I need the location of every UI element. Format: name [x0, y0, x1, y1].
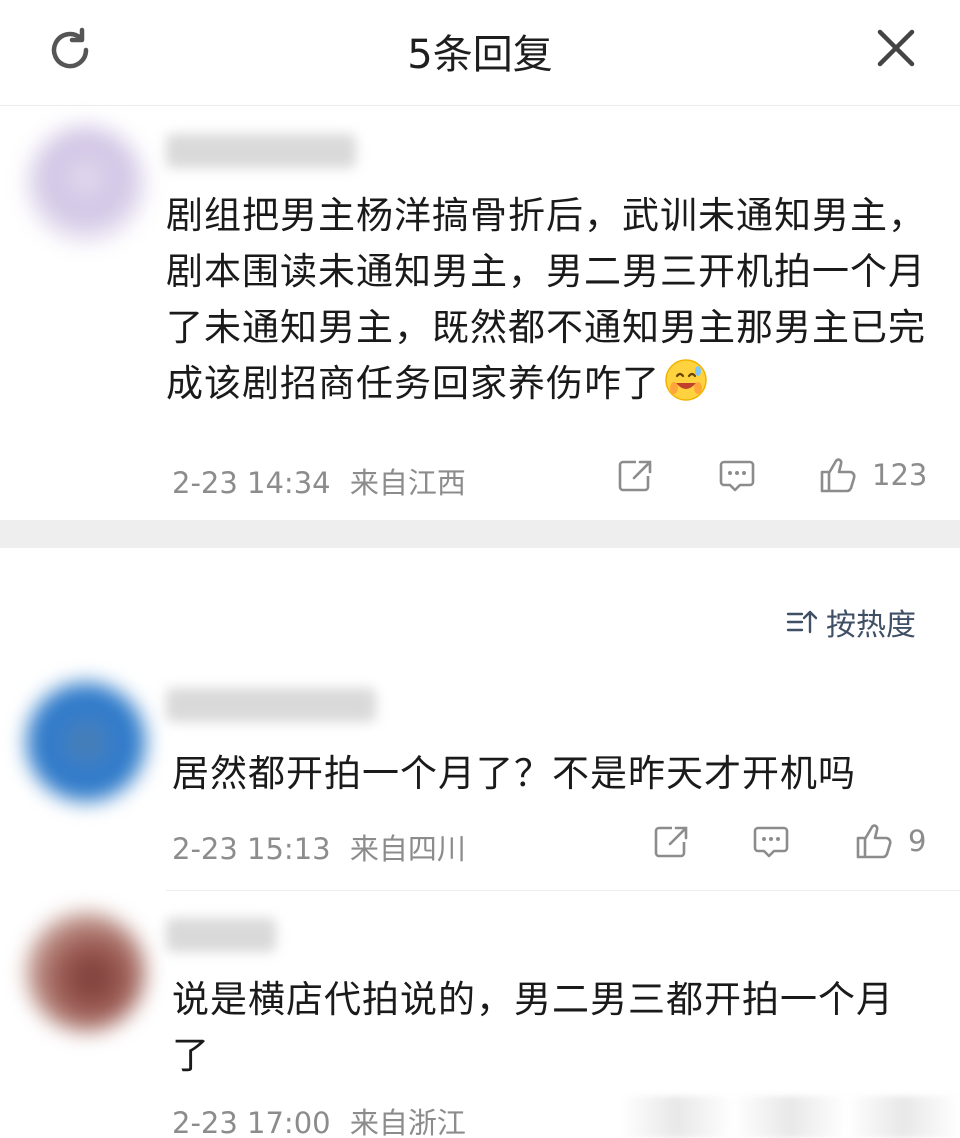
close-icon[interactable]	[874, 26, 918, 70]
grinning-sweat-emoji-icon	[664, 358, 708, 402]
username[interactable]	[166, 134, 356, 168]
reply-text: 居然都开拍一个月了？不是昨天才开机吗	[172, 752, 856, 795]
reply-time: 2-23 17:00	[172, 1106, 331, 1138]
reply-button[interactable]	[752, 824, 790, 860]
reply-meta: 2-23 17:00 来自浙江	[172, 1100, 466, 1138]
avatar[interactable]	[26, 682, 146, 802]
thumbs-up-icon	[820, 458, 856, 493]
comment-time: 2-23 14:34	[172, 466, 331, 500]
comment-text-content: 剧组把男主杨洋搞骨折后，武训未通知男主，剧本围读未通知男主，男二男三开机拍一个月…	[166, 194, 926, 405]
reply-text: 说是横店代拍说的，男二男三都开拍一个月了	[172, 978, 894, 1077]
share-button[interactable]	[652, 824, 692, 860]
reply-location: 来自四川	[349, 832, 466, 866]
section-divider	[0, 520, 960, 548]
reply-meta: 2-23 15:13 来自四川	[172, 826, 466, 868]
username[interactable]	[166, 918, 276, 952]
like-count: 123	[872, 458, 928, 492]
sort-icon	[786, 610, 818, 634]
reply-button[interactable]	[718, 458, 756, 494]
sort-button[interactable]: 按热度	[786, 600, 916, 644]
avatar[interactable]	[26, 912, 146, 1032]
thumbs-up-icon	[856, 824, 892, 859]
username[interactable]	[166, 688, 376, 722]
page-title: 5条回复	[407, 32, 553, 78]
comment-icon	[753, 826, 789, 858]
like-button[interactable]: 9	[854, 822, 926, 860]
header: 5条回复	[0, 0, 960, 106]
comment-text: 剧组把男主杨洋搞骨折后，武训未通知男主，剧本围读未通知男主，男二男三开机拍一个月…	[166, 188, 936, 412]
like-count: 9	[908, 824, 927, 858]
share-icon	[618, 460, 652, 492]
like-button[interactable]: 123	[818, 456, 927, 494]
comment-meta: 2-23 14:34 来自江西	[172, 460, 466, 502]
avatar[interactable]	[26, 124, 146, 244]
share-button[interactable]	[616, 458, 656, 494]
reply-time: 2-23 15:13	[172, 832, 331, 866]
comment-icon	[719, 460, 755, 492]
share-icon	[654, 826, 688, 858]
divider	[166, 890, 960, 891]
comment-location: 来自江西	[349, 466, 466, 500]
reply-location: 来自浙江	[349, 1106, 466, 1138]
sort-label: 按热度	[826, 608, 916, 643]
action-bar-blurred	[620, 1096, 960, 1138]
